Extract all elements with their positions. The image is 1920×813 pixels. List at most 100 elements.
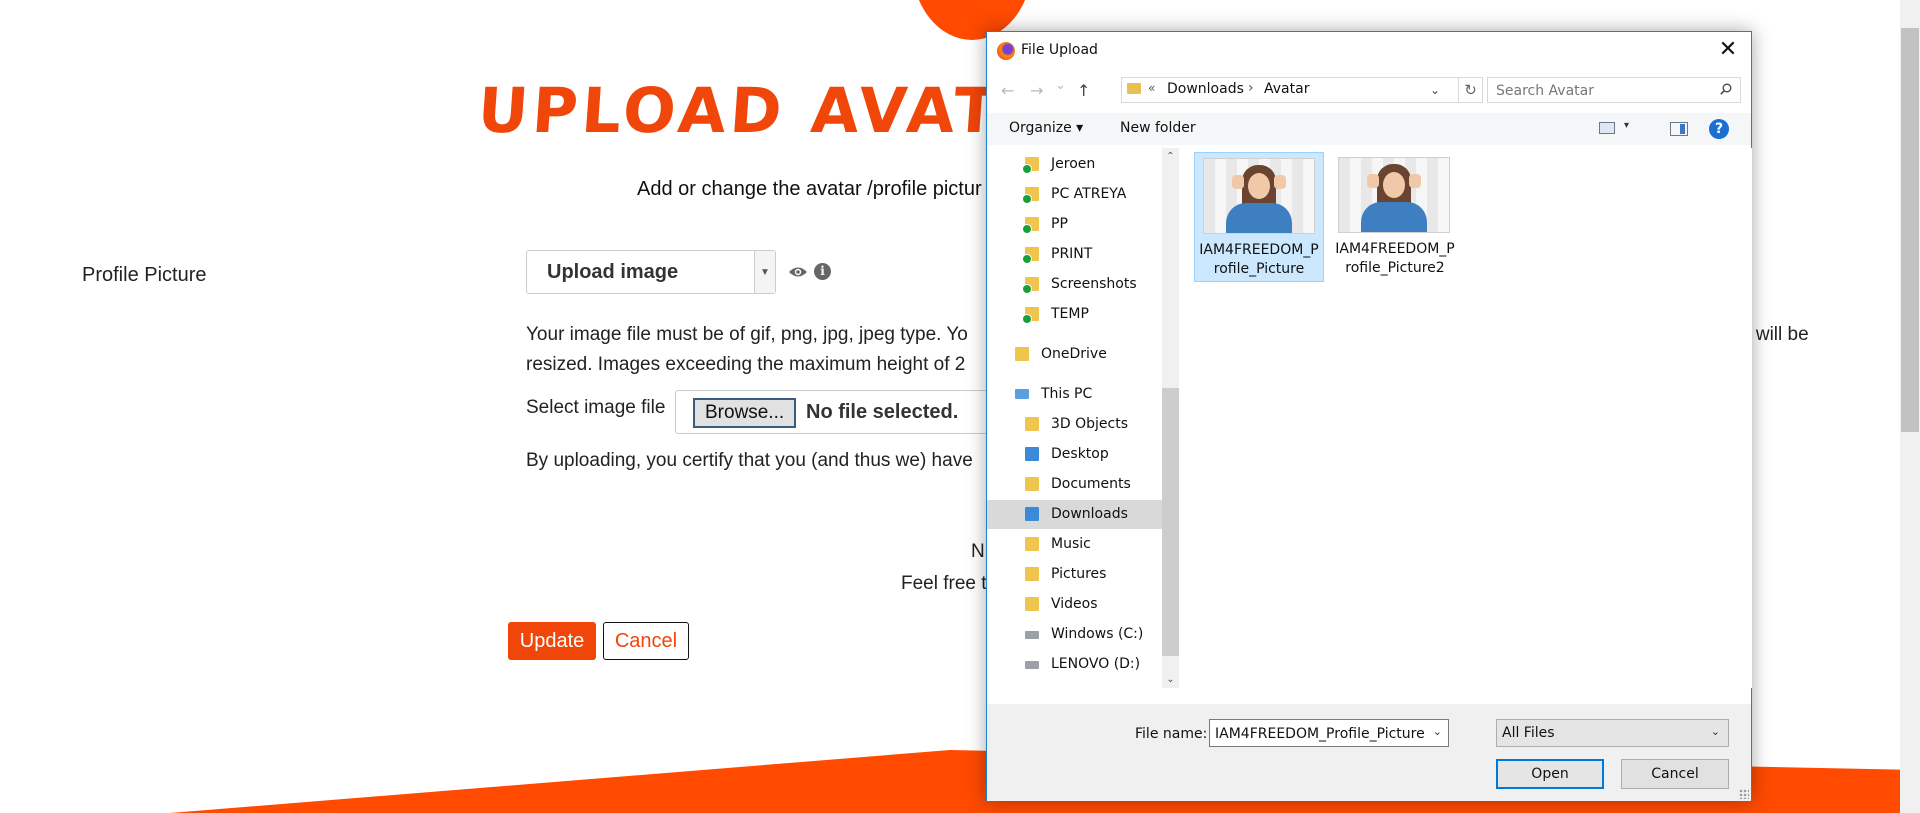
drive-icon xyxy=(1025,661,1039,669)
file-name-input[interactable] xyxy=(1213,723,1427,745)
note-text-line-2: Feel free t xyxy=(901,573,987,594)
file-item[interactable]: IAM4FREEDOM_Profile_Picture xyxy=(1194,152,1324,282)
nav-item-desktop[interactable]: Desktop xyxy=(987,440,1162,469)
dialog-cancel-button[interactable]: Cancel xyxy=(1621,759,1729,789)
recent-locations-chevron-icon[interactable]: ⌄ xyxy=(1055,78,1066,93)
file-name-label: IAM4FREEDOM_Profile_Picture xyxy=(1199,242,1319,277)
info-icon[interactable]: i xyxy=(814,263,831,280)
computer-icon xyxy=(1015,389,1029,399)
new-folder-button[interactable]: New folder xyxy=(1120,120,1196,136)
nav-item-onedrive[interactable]: OneDrive xyxy=(987,340,1162,369)
nav-item-label: TEMP xyxy=(1051,306,1089,322)
nav-item-documents[interactable]: Documents xyxy=(987,470,1162,499)
organize-menu[interactable]: Organize ▾ xyxy=(1009,120,1083,136)
file-name-label: IAM4FREEDOM_Profile_Picture2 xyxy=(1335,241,1455,276)
nav-item-label: Screenshots xyxy=(1051,276,1137,292)
nav-item-label: Documents xyxy=(1051,476,1131,492)
nav-item-music[interactable]: Music xyxy=(987,530,1162,559)
refresh-icon[interactable]: ↻ xyxy=(1459,77,1483,103)
nav-item-pictures[interactable]: Pictures xyxy=(987,560,1162,589)
scrollbar-thumb[interactable] xyxy=(1162,388,1179,656)
update-button[interactable]: Update xyxy=(508,622,596,660)
nav-item-3d-objects[interactable]: 3D Objects xyxy=(987,410,1162,439)
image-thumbnail xyxy=(1338,157,1450,233)
nav-item-label: Music xyxy=(1051,536,1091,552)
search-icon[interactable] xyxy=(1720,83,1732,95)
page-subtitle: Add or change the avatar /profile pictur xyxy=(637,178,982,200)
scroll-up-icon[interactable]: ⌃ xyxy=(1162,148,1179,165)
nav-item-pp[interactable]: PP xyxy=(987,210,1162,239)
nav-item-jeroen[interactable]: Jeroen xyxy=(987,150,1162,179)
folder-sync-icon xyxy=(1022,247,1039,264)
breadcrumb-avatar[interactable]: Avatar xyxy=(1264,81,1309,97)
help-icon[interactable]: ? xyxy=(1709,119,1729,139)
file-item[interactable]: IAM4FREEDOM_Profile_Picture2 xyxy=(1330,152,1460,282)
breadcrumb-downloads[interactable]: Downloads xyxy=(1167,81,1244,97)
forward-arrow-icon[interactable]: → xyxy=(1030,81,1043,100)
folder-icon xyxy=(1015,347,1029,361)
downloads-icon xyxy=(1025,507,1039,521)
up-arrow-icon[interactable]: ↑ xyxy=(1077,81,1090,100)
folder-sync-icon xyxy=(1022,307,1039,324)
nav-item-windows-c[interactable]: Windows (C:) xyxy=(987,620,1162,649)
change-view-icon[interactable] xyxy=(1599,122,1615,134)
nav-item-label: Jeroen xyxy=(1051,156,1096,172)
browse-button[interactable]: Browse... xyxy=(693,398,797,428)
navigation-pane: Jeroen PC ATREYA PP PRINT Screenshots TE… xyxy=(987,148,1162,688)
desktop-icon xyxy=(1025,447,1039,461)
back-arrow-icon[interactable]: ← xyxy=(1001,81,1014,100)
nav-item-pc-atreya[interactable]: PC ATREYA xyxy=(987,180,1162,209)
firefox-icon xyxy=(997,42,1015,60)
nav-item-temp[interactable]: TEMP xyxy=(987,300,1162,329)
file-type-value: All Files xyxy=(1502,725,1555,741)
nav-item-print[interactable]: PRINT xyxy=(987,240,1162,269)
nav-item-screenshots[interactable]: Screenshots xyxy=(987,270,1162,299)
dialog-footer: File name: ⌄ All Files ⌄ Open Cancel xyxy=(987,704,1751,801)
file-name-combobox[interactable]: ⌄ xyxy=(1209,719,1449,747)
file-list-pane: IAM4FREEDOM_Profile_Picture IAM4FREEDOM_… xyxy=(1182,148,1752,688)
select-image-file-label: Select image file xyxy=(526,397,666,418)
open-button[interactable]: Open xyxy=(1496,759,1604,789)
search-box[interactable] xyxy=(1487,77,1741,103)
resize-grip-icon[interactable] xyxy=(1739,789,1749,799)
navigation-pane-scrollbar[interactable]: ⌃ ⌄ xyxy=(1162,148,1179,688)
dialog-titlebar[interactable]: File Upload ✕ xyxy=(987,32,1751,68)
nav-item-label: Videos xyxy=(1051,596,1098,612)
chevron-down-icon[interactable]: ⌄ xyxy=(1433,725,1442,738)
nav-item-this-pc[interactable]: This PC xyxy=(987,380,1162,409)
nav-item-videos[interactable]: Videos xyxy=(987,590,1162,619)
address-dropdown-icon[interactable]: ⌄ xyxy=(1430,83,1440,97)
chevron-down-icon[interactable]: ▼ xyxy=(754,251,775,293)
file-type-select[interactable]: All Files ⌄ xyxy=(1496,719,1729,747)
upload-method-select[interactable]: Upload image ▼ xyxy=(526,250,776,294)
chevron-down-icon[interactable]: ⌄ xyxy=(1711,725,1720,738)
file-upload-dialog: File Upload ✕ ← → ⌄ ↑ « Downloads › Avat… xyxy=(986,31,1752,801)
preview-pane-icon[interactable] xyxy=(1670,122,1688,136)
pictures-icon xyxy=(1025,567,1039,581)
nav-item-downloads[interactable]: Downloads xyxy=(987,500,1162,529)
search-input[interactable] xyxy=(1494,80,1708,102)
folder-icon xyxy=(1127,83,1141,94)
nav-item-label: PP xyxy=(1051,216,1068,232)
close-icon[interactable]: ✕ xyxy=(1711,34,1745,66)
folder-shared-icon xyxy=(1022,217,1039,234)
eye-icon[interactable] xyxy=(788,263,808,281)
nav-item-lenovo-d[interactable]: LENOVO (D:) xyxy=(987,650,1162,679)
documents-icon xyxy=(1025,477,1039,491)
breadcrumb-separator-icon: › xyxy=(1248,80,1254,96)
nav-item-label: Downloads xyxy=(1051,506,1128,522)
address-bar[interactable]: « Downloads › Avatar ⌄ xyxy=(1121,77,1459,103)
page-scrollbar-thumb[interactable] xyxy=(1901,28,1919,432)
nav-item-label: PRINT xyxy=(1051,246,1093,262)
image-thumbnail xyxy=(1203,158,1315,234)
nav-item-label: OneDrive xyxy=(1041,346,1107,362)
cancel-button[interactable]: Cancel xyxy=(603,622,689,660)
view-options-dropdown-icon[interactable]: ▾ xyxy=(1624,120,1629,131)
nav-item-label: Windows (C:) xyxy=(1051,626,1144,642)
music-icon xyxy=(1025,537,1039,551)
scroll-down-icon[interactable]: ⌄ xyxy=(1162,671,1179,688)
file-input[interactable]: Browse... No file selected. xyxy=(675,390,995,434)
drive-icon xyxy=(1025,631,1039,639)
file-requirements-text: Your image file must be of gif, png, jpg… xyxy=(526,324,968,375)
address-overflow-icon[interactable]: « xyxy=(1148,81,1155,95)
